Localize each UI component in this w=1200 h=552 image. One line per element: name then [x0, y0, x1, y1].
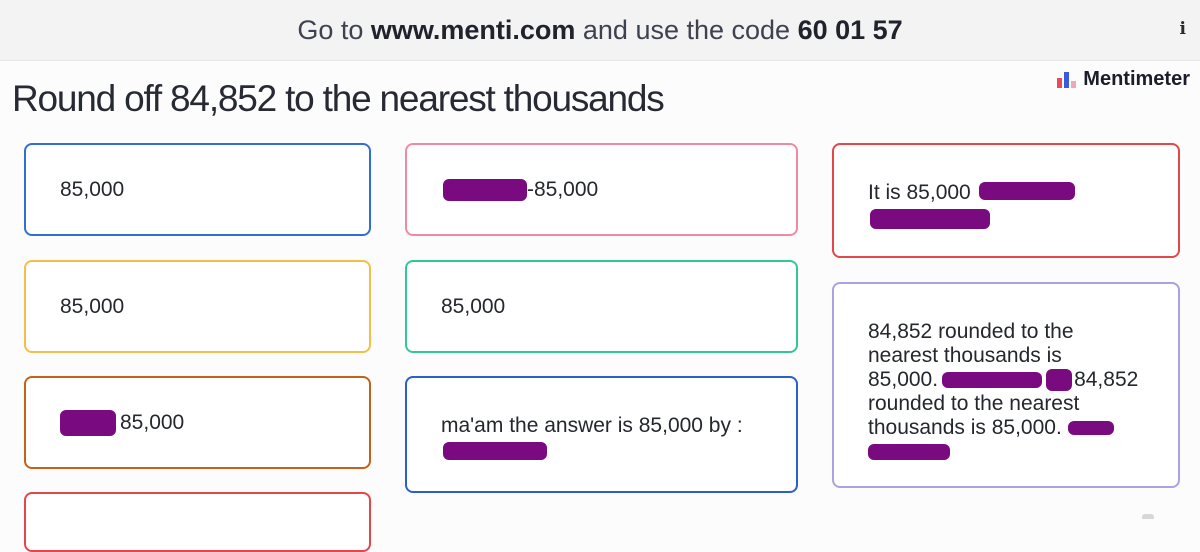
- response-text: ma'am the answer is 85,000 by :: [441, 414, 743, 437]
- redaction-mark: [60, 409, 116, 436]
- question-title: Round off 84,852 to the nearest thousand…: [12, 78, 665, 119]
- join-middle: and use the code: [575, 14, 798, 45]
- response-card: 84,852 rounded to the nearest thousands …: [832, 282, 1180, 488]
- response-fragment: thousands is 85,000.: [868, 416, 1062, 439]
- response-text: 85,000: [60, 294, 125, 318]
- redaction-mark: [870, 209, 990, 229]
- redaction-mark: [1046, 369, 1073, 392]
- response-text: 85,000: [441, 294, 506, 318]
- response-line: [868, 440, 1138, 464]
- response-fragment: 84,852: [1074, 368, 1139, 391]
- response-card: It is 85,000: [832, 143, 1180, 258]
- mentimeter-logo-icon: [1057, 71, 1077, 88]
- response-card: 85,000: [24, 376, 371, 469]
- redaction-mark: [1067, 421, 1114, 436]
- response-line: thousands is 85,000.: [868, 416, 1138, 440]
- response-line: nearest thousands is: [868, 344, 1062, 367]
- response-line: 85,000. 84,852: [868, 368, 1138, 392]
- response-text: It is 85,000: [868, 181, 971, 204]
- redaction-mark: [942, 372, 1043, 389]
- response-card: ma'am the answer is 85,000 by :: [405, 376, 798, 493]
- join-instructions-bar: Go to www.menti.com and use the code 60 …: [0, 0, 1200, 61]
- scroll-indicator: [1142, 514, 1154, 519]
- join-prefix: Go to: [297, 14, 371, 45]
- response-card: -85,000: [405, 143, 798, 236]
- response-text: 84,852 rounded to the nearest thousands …: [868, 320, 1138, 464]
- response-text: 85,000: [120, 410, 185, 434]
- voting-code: 60 01 57: [797, 14, 903, 45]
- response-card-partial: [24, 492, 371, 552]
- redaction-mark: [868, 444, 950, 461]
- info-icon[interactable]: i: [1180, 19, 1186, 39]
- menti-url[interactable]: www.menti.com: [371, 15, 576, 46]
- response-card: 85,000: [24, 143, 371, 236]
- response-line: rounded to the nearest: [868, 392, 1080, 415]
- redaction-mark: [979, 182, 1075, 200]
- brand-name: Mentimeter: [1083, 68, 1190, 90]
- response-text: -85,000: [527, 177, 599, 201]
- mentimeter-brand: Mentimeter: [1057, 68, 1190, 91]
- response-fragment: 85,000.: [868, 368, 939, 391]
- response-line: 84,852 rounded to the: [868, 320, 1074, 343]
- redaction-mark: [443, 178, 527, 201]
- redaction-mark: [443, 442, 547, 460]
- response-text: 85,000: [60, 177, 125, 201]
- response-card: 85,000: [24, 260, 371, 353]
- response-card: 85,000: [405, 260, 798, 353]
